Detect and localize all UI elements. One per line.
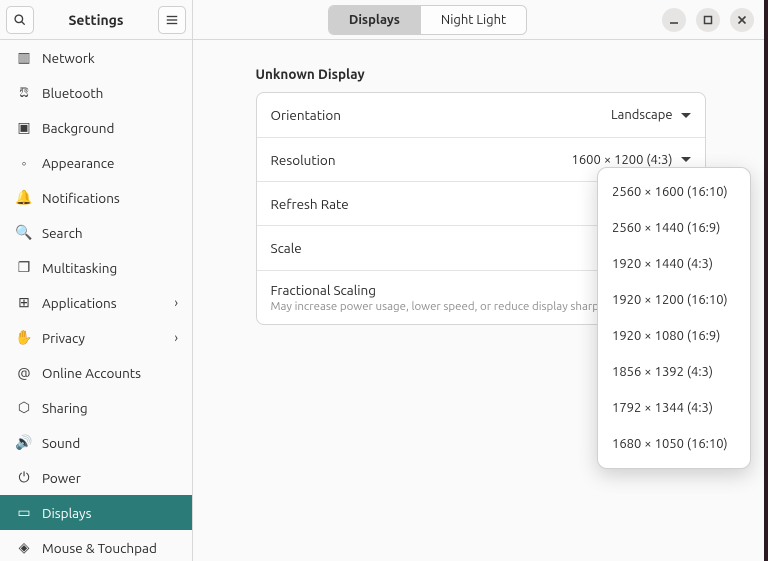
multitask-icon: ❐: [14, 259, 34, 276]
resolution-value: 1600 × 1200 (4:3): [572, 153, 673, 167]
settings-title: Settings: [34, 12, 158, 28]
sidebar-item-label: Multitasking: [42, 260, 117, 276]
notifications-icon: 🔔: [14, 189, 34, 206]
sidebar-item-mouse[interactable]: ◈ Mouse & Touchpad: [0, 530, 192, 561]
apps-icon: ⊞: [14, 294, 34, 311]
tab-switcher: Displays Night Light: [328, 5, 527, 35]
headerbar: Settings Displays Night Light: [0, 0, 768, 40]
appearance-icon: ◦: [14, 155, 34, 171]
tab-night-light[interactable]: Night Light: [420, 6, 526, 34]
section-title: Unknown Display: [256, 66, 706, 82]
sound-icon: 🔊: [14, 434, 34, 451]
orientation-value: Landscape: [611, 108, 672, 122]
privacy-icon: ✋: [14, 329, 34, 346]
sidebar-item-online[interactable]: @ Online Accounts: [0, 355, 192, 390]
resolution-option[interactable]: 1856 × 1392 (4:3): [598, 354, 750, 390]
maximize-button[interactable]: [696, 8, 720, 32]
sidebar-item-label: Network: [42, 50, 95, 66]
hamburger-button[interactable]: [158, 6, 186, 34]
sidebar-item-label: Privacy: [42, 330, 85, 346]
power-icon: ⏻: [14, 469, 34, 486]
tab-displays[interactable]: Displays: [329, 6, 420, 34]
sidebar-item-multitask[interactable]: ❐ Multitasking: [0, 250, 192, 285]
sidebar-item-search[interactable]: 🔍 Search: [0, 215, 192, 250]
sidebar-item-label: Sharing: [42, 400, 88, 416]
resolution-option[interactable]: 1920 × 1200 (16:10): [598, 282, 750, 318]
sidebar-item-label: Background: [42, 120, 114, 136]
resolution-option[interactable]: 2560 × 1600 (16:10): [598, 174, 750, 210]
sidebar-item-sound[interactable]: 🔊 Sound: [0, 425, 192, 460]
hamburger-icon: [165, 13, 179, 27]
sidebar-item-notifications[interactable]: 🔔 Notifications: [0, 180, 192, 215]
chevron-down-icon: [681, 113, 691, 118]
refresh-rate-label: Refresh Rate: [271, 196, 349, 212]
sidebar-item-network[interactable]: ▥ Network: [0, 40, 192, 75]
background-icon: ▣: [14, 119, 34, 136]
sidebar-item-displays[interactable]: ▭ Displays: [0, 495, 192, 530]
orientation-row[interactable]: Orientation Landscape: [257, 93, 705, 137]
search-button[interactable]: [6, 6, 34, 34]
minimize-button[interactable]: [662, 8, 686, 32]
close-button[interactable]: [730, 8, 754, 32]
chevron-right-icon: ›: [174, 296, 178, 310]
desktop-edge: [764, 0, 768, 561]
sidebar-item-apps[interactable]: ⊞ Applications ›: [0, 285, 192, 320]
headerbar-center: Displays Night Light: [193, 5, 662, 35]
minimize-icon: [669, 15, 679, 25]
resolution-label: Resolution: [271, 152, 336, 168]
sidebar-item-label: Power: [42, 470, 81, 486]
sharing-icon: ⬡: [14, 399, 34, 416]
search-icon: 🔍: [14, 224, 34, 241]
sidebar-item-appearance[interactable]: ◦ Appearance: [0, 145, 192, 180]
displays-icon: ▭: [14, 504, 34, 521]
sidebar-item-label: Appearance: [42, 155, 114, 171]
sidebar-item-bluetooth[interactable]: ಔ Bluetooth: [0, 75, 192, 110]
search-icon: [13, 13, 27, 27]
sidebar-item-label: Sound: [42, 435, 80, 451]
sidebar-item-sharing[interactable]: ⬡ Sharing: [0, 390, 192, 425]
fractional-scaling-label: Fractional Scaling: [271, 282, 377, 298]
headerbar-left: Settings: [0, 0, 193, 39]
sidebar-item-label: Online Accounts: [42, 365, 141, 381]
sidebar-item-label: Search: [42, 225, 83, 241]
sidebar-item-label: Bluetooth: [42, 85, 103, 101]
headerbar-right: [662, 8, 768, 32]
chevron-down-icon: [681, 157, 691, 162]
resolution-option[interactable]: 1920 × 1080 (16:9): [598, 318, 750, 354]
resolution-option[interactable]: 1920 × 1440 (4:3): [598, 246, 750, 282]
resolution-dropdown: 2560 × 1600 (16:10)2560 × 1440 (16:9)192…: [597, 167, 751, 469]
mouse-icon: ◈: [14, 539, 34, 556]
online-icon: @: [14, 365, 34, 381]
sidebar-item-label: Mouse & Touchpad: [42, 540, 157, 556]
resolution-option[interactable]: 1680 × 1050 (16:10): [598, 426, 750, 462]
sidebar-item-power[interactable]: ⏻ Power: [0, 460, 192, 495]
sidebar: ▥ Network ಔ Bluetooth ▣ Background ◦ Appearance…: [0, 40, 193, 561]
close-icon: [737, 15, 747, 25]
orientation-label: Orientation: [271, 107, 341, 123]
resolution-option[interactable]: 1792 × 1344 (4:3): [598, 390, 750, 426]
sidebar-item-privacy[interactable]: ✋ Privacy ›: [0, 320, 192, 355]
scale-label: Scale: [271, 240, 302, 256]
sidebar-item-background[interactable]: ▣ Background: [0, 110, 192, 145]
network-icon: ▥: [14, 49, 34, 66]
resolution-option[interactable]: 2560 × 1440 (16:9): [598, 210, 750, 246]
sidebar-item-label: Applications: [42, 295, 117, 311]
sidebar-item-label: Notifications: [42, 190, 120, 206]
bluetooth-icon: ಔ: [14, 84, 34, 101]
sidebar-item-label: Displays: [42, 505, 91, 521]
maximize-icon: [703, 15, 713, 25]
fractional-scaling-desc: May increase power usage, lower speed, o…: [271, 300, 625, 313]
chevron-right-icon: ›: [174, 331, 178, 345]
